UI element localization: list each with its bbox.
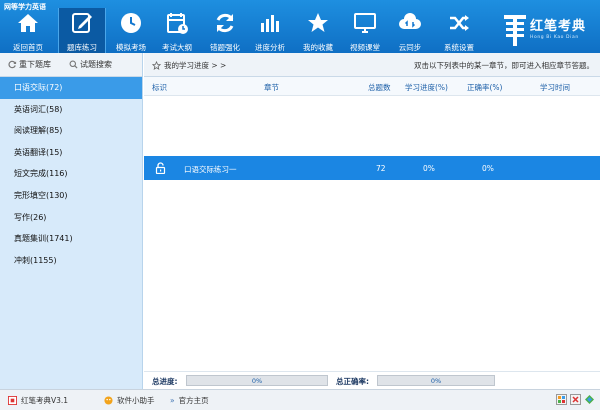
brush-logo-icon [504, 15, 526, 46]
total-accuracy-value: 0% [430, 377, 442, 385]
pin-icon [152, 61, 161, 70]
toolbar-home-label: 返回首页 [13, 43, 43, 52]
total-progress-value: 0% [251, 377, 263, 385]
left-tabs: 重下题库 试题搜索 [0, 53, 142, 77]
toolbar-syllabus-button[interactable]: 考试大纲 [153, 8, 201, 53]
category-list: 口语交际(72) 英语词汇(58) 阅读理解(85) 英语翻译(15) 短文完成… [0, 77, 142, 389]
breadcrumb: 我的学习进度 > > [152, 60, 226, 71]
category-item[interactable]: 阅读理解(85) [0, 120, 142, 142]
assistant-button[interactable]: 软件小助手 [104, 395, 155, 406]
toolbar-mock-exam-button[interactable]: 模拟考场 [107, 8, 155, 53]
calendar-icon [167, 13, 188, 34]
toolbar-favorites-button[interactable]: 我的收藏 [294, 8, 342, 53]
brand-logo: 红笔考典 Hong Bi Kao Dian [500, 12, 600, 48]
app-icon [8, 396, 17, 405]
version-link[interactable]: 红笔考典V3.1 [8, 395, 68, 406]
column-total: 总题数 [368, 83, 391, 92]
hint-text: 双击以下列表中的某一章节，即可进入相应章节答题。 [414, 61, 594, 70]
brand-subtitle: Hong Bi Kao Dian [530, 35, 579, 40]
assistant-icon [104, 396, 113, 405]
toolbar: 网等学力英语 返回首页 题库练习 模拟考场 考试大纲 错题强化 进度分析 我的收… [0, 0, 600, 53]
category-item[interactable]: 英语翻译(15) [0, 142, 142, 164]
row-chapter: 口语交际练习一 [184, 165, 237, 174]
breadcrumb-text: 我的学习进度 > > [164, 61, 227, 70]
toolbar-question-bank-label: 题库练习 [67, 43, 97, 52]
reload-bank-label: 重下题库 [19, 60, 51, 69]
status-bar: 红笔考典V3.1 软件小助手 » 官方主页 [0, 389, 600, 410]
column-time: 学习时间 [540, 83, 570, 92]
edit-icon [72, 13, 92, 33]
monitor-icon [354, 13, 376, 33]
lock-icon [155, 162, 166, 174]
total-progress-bar: 0% [186, 375, 328, 386]
main-header: 我的学习进度 > > 双击以下列表中的某一章节，即可进入相应章节答题。 [144, 53, 600, 77]
brand-name: 红笔考典 [530, 19, 587, 34]
category-item[interactable]: 口语交际(72) [0, 77, 142, 99]
toolbar-syllabus-label: 考试大纲 [162, 43, 192, 52]
toolbar-cloud-sync-button[interactable]: 云同步 [386, 8, 434, 53]
tray-close-icon[interactable] [570, 394, 581, 405]
column-mark: 标识 [152, 83, 167, 92]
assistant-text: 软件小助手 [117, 396, 155, 405]
cloud-sync-icon [399, 13, 421, 29]
table-header: 标识 章节 总题数 学习进度(%) 正确率(%) 学习时间 [144, 77, 600, 96]
toolbar-home-button[interactable]: 返回首页 [4, 8, 52, 53]
left-panel: 重下题库 试题搜索 口语交际(72) 英语词汇(58) 阅读理解(85) 英语翻… [0, 53, 143, 389]
homepage-link[interactable]: » 官方主页 [170, 395, 209, 406]
total-accuracy-bar: 0% [377, 375, 495, 386]
toolbar-cloud-sync-label: 云同步 [398, 43, 422, 52]
search-icon [69, 60, 78, 69]
toolbar-question-bank-button[interactable]: 题库练习 [58, 8, 106, 53]
version-text: 红笔考典V3.1 [21, 396, 69, 405]
category-item[interactable]: 完形填空(130) [0, 185, 142, 207]
star-icon [308, 13, 328, 32]
search-questions-label: 试题搜索 [80, 60, 112, 69]
column-accuracy: 正确率(%) [467, 83, 503, 92]
category-item[interactable]: 短文完成(116) [0, 163, 142, 185]
category-item[interactable]: 英语词汇(58) [0, 99, 142, 121]
row-progress: 0% [423, 164, 435, 173]
toolbar-mock-exam-label: 模拟考场 [116, 43, 146, 52]
toolbar-settings-button[interactable]: 系统设置 [435, 8, 483, 53]
total-accuracy-label: 总正确率: [336, 377, 369, 386]
bar-chart-icon [261, 15, 279, 32]
toolbar-wrong-questions-label: 错题强化 [210, 43, 240, 52]
toolbar-settings-label: 系统设置 [444, 43, 474, 52]
main-panel: 我的学习进度 > > 双击以下列表中的某一章节，即可进入相应章节答题。 标识 章… [144, 53, 600, 389]
summary-bar: 总进度: 0% 总正确率: 0% [144, 371, 600, 389]
tray-grid-icon[interactable] [556, 394, 567, 405]
shuffle-icon [450, 15, 469, 31]
toolbar-favorites-label: 我的收藏 [303, 43, 333, 52]
refresh-icon [216, 13, 234, 33]
column-progress: 学习进度(%) [405, 83, 448, 92]
homepage-text: 官方主页 [178, 396, 209, 405]
row-total: 72 [376, 164, 386, 173]
column-chapter: 章节 [264, 83, 279, 92]
category-item[interactable]: 冲刺(1155) [0, 250, 142, 272]
toolbar-video-class-button[interactable]: 视频课堂 [341, 8, 389, 53]
toolbar-wrong-questions-button[interactable]: 错题强化 [201, 8, 249, 53]
toolbar-progress-analysis-label: 进度分析 [255, 43, 285, 52]
row-accuracy: 0% [482, 164, 494, 173]
tray-diamond-icon[interactable] [584, 394, 595, 405]
category-item[interactable]: 真题集训(1741) [0, 228, 142, 250]
category-item[interactable]: 写作(26) [0, 207, 142, 229]
reload-icon [8, 60, 17, 69]
toolbar-progress-analysis-button[interactable]: 进度分析 [246, 8, 294, 53]
reload-bank-button[interactable]: 重下题库 [8, 59, 51, 70]
search-questions-button[interactable]: 试题搜索 [69, 59, 112, 70]
table-row[interactable]: 口语交际练习一 72 0% 0% [144, 156, 600, 180]
home-icon [18, 14, 38, 32]
double-chevron-icon: » [170, 396, 175, 405]
clock-icon [121, 13, 141, 33]
toolbar-video-class-label: 视频课堂 [350, 43, 380, 52]
total-progress-label: 总进度: [152, 377, 178, 386]
